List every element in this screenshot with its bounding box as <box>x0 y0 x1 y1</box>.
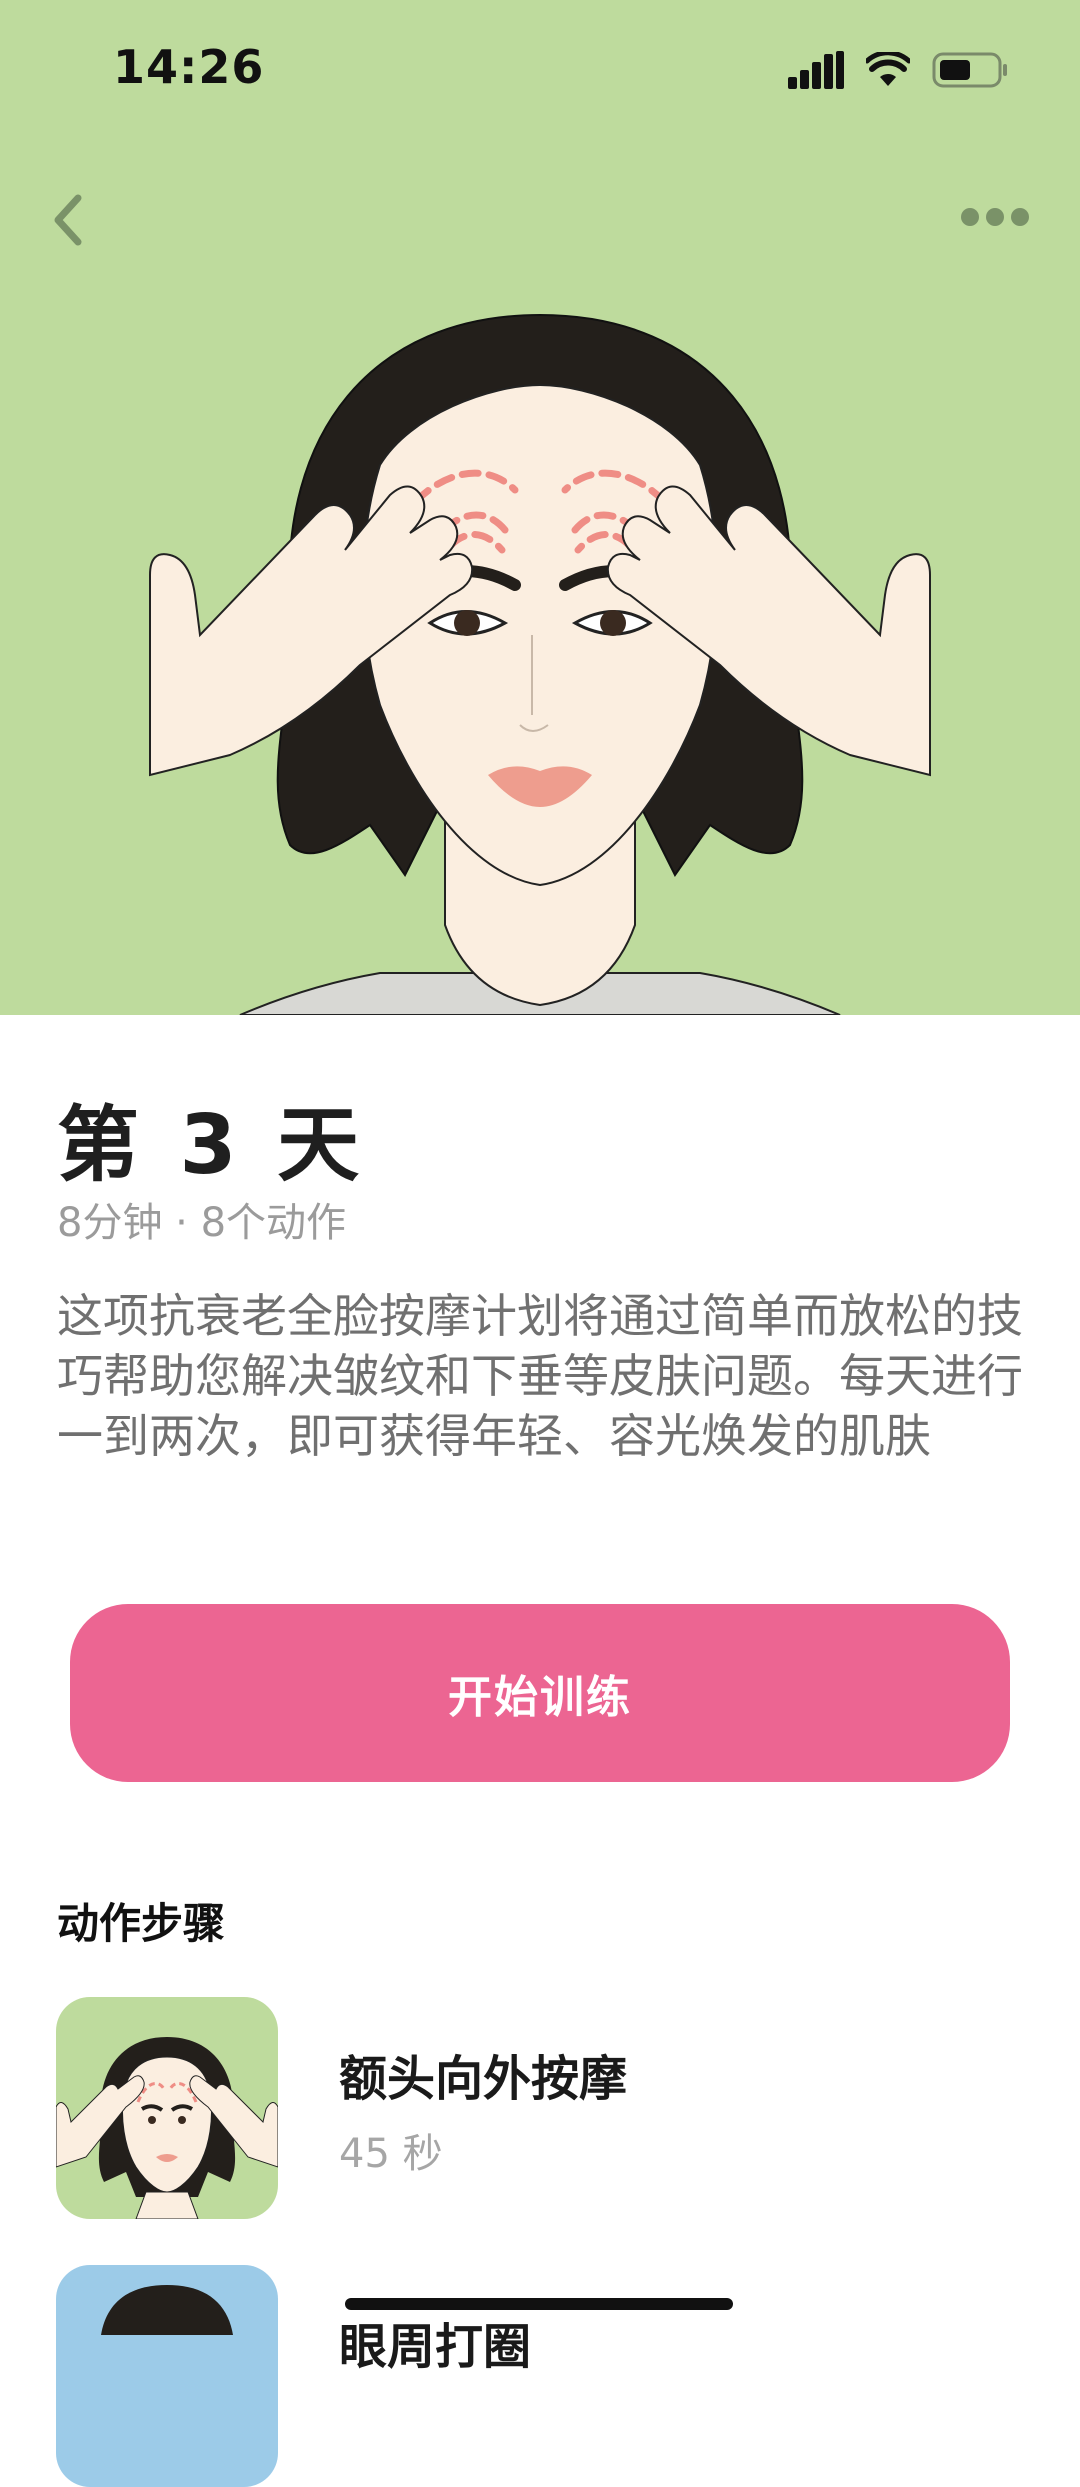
forehead-massage-thumbnail-icon <box>56 2037 278 2219</box>
step-name: 额头向外按摩 <box>339 2051 628 2107</box>
battery-icon <box>932 52 1007 88</box>
step-name: 眼周打圈 <box>339 2319 532 2375</box>
step-item[interactable]: 额头向外按摩 45 秒 <box>56 1997 1016 2219</box>
face-massage-illustration <box>149 313 931 1015</box>
back-arrow-icon[interactable] <box>38 180 108 260</box>
status-time: 14:26 <box>113 40 265 94</box>
start-training-button[interactable]: 开始训练 <box>70 1604 1010 1782</box>
steps-heading: 动作步骤 <box>57 1899 226 1948</box>
step-duration: 45 秒 <box>339 2131 443 2177</box>
plan-description: 这项抗衰老全脸按摩计划将通过简单而放松的技巧帮助您解决皱纹和下垂等皮肤问题。每天… <box>57 1289 1023 1463</box>
home-indicator[interactable] <box>345 2298 733 2310</box>
eye-circle-massage-thumbnail-icon <box>101 2285 233 2335</box>
plan-day-title: 第 3 天 <box>57 1098 366 1193</box>
wifi-icon <box>866 52 910 86</box>
status-icons <box>788 46 1008 94</box>
plan-meta: 8分钟 · 8个动作 <box>57 1200 347 1246</box>
hero-illustration-area: 14:26 <box>0 0 1080 1015</box>
step-thumbnail <box>56 1997 278 2219</box>
step-thumbnail <box>56 2265 278 2487</box>
more-options-icon[interactable] <box>950 192 1040 242</box>
signal-icon <box>788 51 844 89</box>
